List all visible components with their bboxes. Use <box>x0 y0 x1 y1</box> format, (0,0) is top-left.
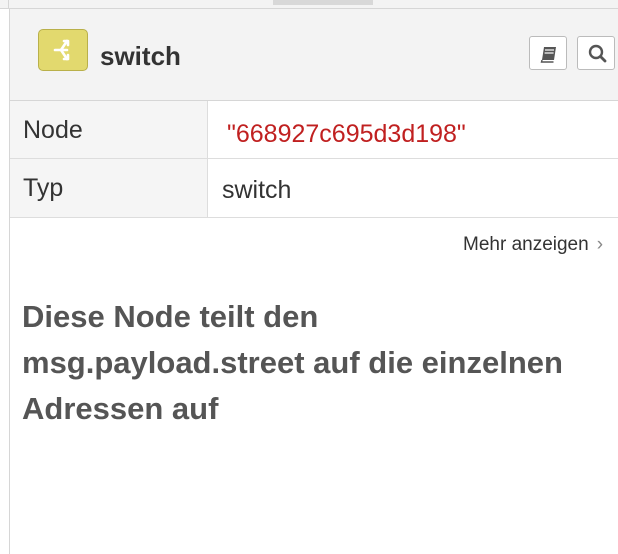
info-key-node: Node <box>23 116 83 144</box>
switch-node-icon <box>38 29 88 71</box>
node-type-value: switch <box>222 176 292 204</box>
help-book-button[interactable] <box>529 36 567 70</box>
node-id-value[interactable]: "668927c695d3d198" <box>227 119 466 149</box>
show-more-link[interactable]: Mehr anzeigen › <box>463 233 603 257</box>
info-row-node: Node "668927c695d3d198" <box>10 101 618 159</box>
info-key-cell: Node <box>10 101 208 158</box>
resize-handle[interactable] <box>273 0 373 5</box>
top-tab-strip <box>0 0 618 9</box>
search-icon <box>588 44 607 63</box>
chevron-down-icon: › <box>596 234 604 255</box>
book-icon <box>540 47 556 63</box>
show-more-label: Mehr anzeigen <box>463 234 589 255</box>
info-sidebar-panel: switch Node "668927c695d3d198" Typ switc… <box>0 0 618 554</box>
info-key-type: Typ <box>23 174 64 202</box>
panel-edge <box>0 0 9 8</box>
node-description: Diese Node teilt den msg.payload.street … <box>22 299 563 426</box>
info-row-type: Typ switch <box>10 159 618 218</box>
search-button[interactable] <box>577 36 615 70</box>
info-key-cell: Typ <box>10 159 208 217</box>
node-header: switch <box>10 9 618 101</box>
node-type-title: switch <box>100 41 181 71</box>
node-info-table: Node "668927c695d3d198" Typ switch <box>10 101 618 218</box>
